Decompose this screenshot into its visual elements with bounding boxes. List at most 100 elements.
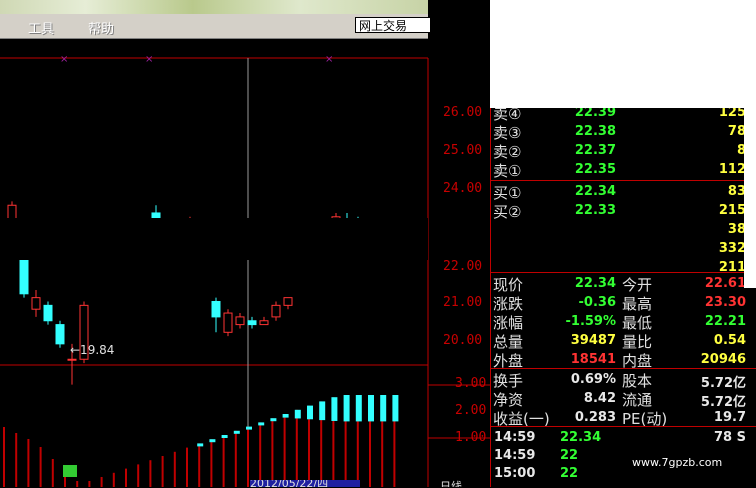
- y-tick-22: 22.00: [443, 259, 483, 274]
- ask-price: 22.35: [574, 162, 616, 177]
- bid-volume: 38: [727, 222, 746, 237]
- candle-body-2: [31, 297, 41, 310]
- ask-list: 卖④ 22.39 125 卖③ 22.38 78 卖② 22.37 8 卖① 22.35 112: [490, 105, 756, 188]
- ask-volume: 78: [727, 124, 746, 139]
- menu-help[interactable]: 帮助: [88, 18, 114, 37]
- fund-label-2: 股本: [622, 372, 653, 390]
- quote-divider-1: [490, 272, 756, 273]
- bid-volume: 215: [718, 203, 746, 218]
- bid-label: 买②: [493, 203, 522, 221]
- fundamental-stats: 换手 0.69% 股本 5.72亿 净资 8.42 流通 5.72亿 收益(一) 0.283 PE(…: [490, 370, 756, 428]
- candle-body-3: [43, 304, 53, 322]
- candle-body-16: [259, 320, 269, 326]
- tick-row: 14:59 22.34 78 S: [490, 430, 756, 449]
- fund-label: 换手: [493, 372, 524, 390]
- fund-value: 8.42: [583, 391, 616, 406]
- quote-panel: 卖④ 22.39 125 卖③ 22.38 78 卖② 22.37 8 卖① 22.35 112 买①…: [490, 105, 756, 487]
- vol-cap-17: [209, 439, 216, 443]
- vol-cap-31: [380, 395, 387, 422]
- tick-price: 22: [560, 466, 579, 481]
- candle-body-5: [67, 358, 77, 361]
- fundamental-row: 净资 8.42 流通 5.72亿: [490, 389, 756, 410]
- kline-chart: × × ×: [0, 40, 490, 487]
- tick-price: 22.34: [560, 430, 602, 445]
- tick-time: 14:59: [494, 430, 536, 445]
- vol-tick-2: 2.00: [455, 403, 487, 418]
- y-tick-24: 24.00: [443, 181, 483, 196]
- tick-time: 15:00: [494, 466, 536, 481]
- period-label: 日线: [440, 480, 462, 487]
- stat-value: -1.59%: [565, 314, 617, 329]
- stat-label-2: 量比: [622, 333, 653, 351]
- candle-body-17: [271, 304, 281, 318]
- stat-value: 18541: [570, 352, 616, 367]
- stat-label: 总量: [493, 333, 524, 351]
- stat-value-2: 23.30: [704, 295, 746, 310]
- y-tick-26: 26.00: [443, 105, 483, 120]
- candle-body-15: [247, 320, 257, 326]
- bid-price: 22.34: [574, 184, 616, 199]
- menu-tools[interactable]: 工具: [28, 18, 54, 37]
- cross-marker-2: ×: [325, 54, 333, 65]
- vol-cap-28: [343, 395, 350, 422]
- quote-divider-2: [490, 368, 756, 369]
- y-tick-20: 20.00: [443, 333, 483, 348]
- quote-divider-3: [490, 426, 756, 427]
- bid-row: 买② 22.33 215: [490, 201, 756, 221]
- ask-label: 卖①: [493, 162, 522, 180]
- stat-value-2: 20946: [700, 352, 746, 367]
- vol-cap-19: [233, 430, 240, 434]
- fundamental-row: 换手 0.69% 股本 5.72亿: [490, 370, 756, 391]
- vol-cap-20: [246, 426, 252, 430]
- fundamental-row: 收益(一) 0.283 PE(动) 19.7: [490, 408, 756, 428]
- candle-body-14: [235, 316, 245, 326]
- low-point-marker: [63, 465, 77, 477]
- vol-cap-29: [355, 395, 362, 422]
- vol-tick-3: 3.00: [455, 376, 487, 391]
- menu-bar: 工具 帮助 网上交易: [0, 14, 431, 39]
- quote-stat-row: 现价 22.34 今开 22.61: [490, 274, 756, 294]
- chart-occlusion: [0, 218, 428, 260]
- vol-cap-18: [221, 435, 228, 438]
- stat-label: 现价: [493, 276, 524, 294]
- stat-label-2: 最低: [622, 314, 653, 332]
- candle-body-4: [55, 324, 65, 345]
- bid-row: 38: [490, 220, 756, 239]
- online-trade-button[interactable]: 网上交易: [355, 17, 431, 33]
- right-edge: [744, 108, 756, 288]
- quote-stat-row: 总量 39487 量比 0.54: [490, 331, 756, 351]
- stat-label: 涨幅: [493, 314, 524, 332]
- vol-tick-1: 1.00: [455, 430, 487, 445]
- ask-label: 卖③: [493, 124, 522, 142]
- stat-label: 涨跌: [493, 295, 524, 313]
- ask-price: 22.38: [574, 124, 616, 139]
- ask-row: 卖③ 22.38 78: [490, 122, 756, 142]
- fund-label: 净资: [493, 391, 524, 409]
- cross-marker-0: ×: [60, 54, 68, 65]
- ask-volume: 112: [718, 162, 746, 177]
- vol-cap-24: [294, 409, 301, 419]
- fund-value: 0.283: [574, 410, 616, 425]
- chart-background: [0, 40, 490, 487]
- quote-stats: 现价 22.34 今开 22.61 涨跌 -0.36 最高 23.30 涨幅 -1.59% 最低 22…: [490, 274, 756, 370]
- bid-price: 22.33: [574, 203, 616, 218]
- fund-label-2: 流通: [622, 391, 653, 409]
- ask-row: 卖① 22.35 112: [490, 160, 756, 180]
- tick-volume: 78 S: [714, 430, 746, 445]
- stat-value-2: 22.21: [704, 314, 746, 329]
- top-photo-strip: [0, 0, 428, 14]
- vol-cap-25: [307, 405, 313, 420]
- bid-label: 买①: [493, 184, 522, 202]
- fund-value-2: 19.7: [713, 410, 746, 425]
- bid-list: 买① 22.34 83 买② 22.33 215 38 332 211: [490, 180, 756, 280]
- fund-value: 0.69%: [570, 372, 616, 387]
- candle-body-13: [223, 312, 233, 333]
- vol-cap-26: [319, 401, 326, 421]
- ask-label: 卖②: [493, 143, 522, 161]
- bid-volume: 83: [727, 184, 746, 199]
- y-tick-21: 21.00: [443, 295, 483, 310]
- vol-cap-23: [282, 414, 289, 418]
- tick-price: 22: [560, 448, 579, 463]
- stat-value-2: 22.61: [704, 276, 746, 291]
- quote-stat-row: 外盘 18541 内盘 20946: [490, 350, 756, 370]
